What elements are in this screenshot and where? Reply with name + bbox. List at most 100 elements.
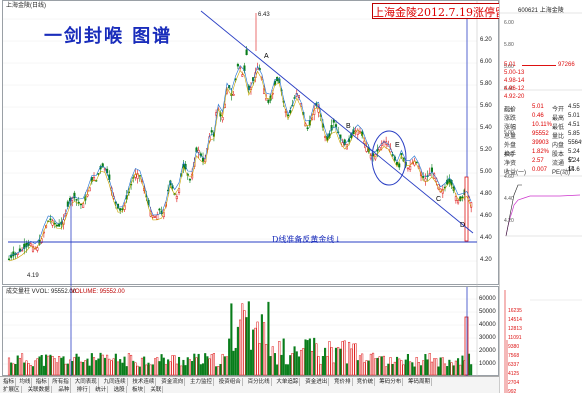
volume-bar (167, 359, 170, 376)
right-price-tick: 5.80 (504, 42, 514, 48)
volume-bar (95, 360, 98, 376)
volume-bar (374, 358, 377, 376)
volume-bar (223, 356, 226, 376)
candlestick (267, 99, 270, 105)
indicator-tab[interactable]: 筹码分布 (378, 378, 404, 386)
candlestick (51, 218, 54, 228)
volume-bar (184, 365, 187, 376)
volume-bar (86, 358, 89, 376)
watermark: 上海金陵2012.7.19涨停留影 (372, 3, 517, 19)
volume-bar (300, 349, 303, 376)
volume-bar (332, 362, 335, 376)
candlestick (7, 255, 11, 261)
volume-bar (419, 365, 423, 376)
volume-bar (195, 357, 198, 376)
volume-bar (217, 366, 220, 376)
quote-panel: 600621 上海金陵 6.00 5.80 5.60 5.40 5.20 5.00 4.80… (499, 0, 582, 416)
volume-bar (313, 337, 316, 376)
volume-bar (443, 363, 447, 376)
volume-bar (97, 358, 100, 376)
volume-bar (380, 356, 383, 376)
volume-bar (14, 364, 17, 376)
volume-bar (385, 366, 388, 376)
volume-chart[interactable]: 成交量柱 VVOL: 95552.00 VOLUME: 95552.00 600… (2, 286, 500, 377)
indicator-tab[interactable]: 大同表现 (74, 378, 99, 386)
candlestick (424, 173, 427, 186)
volume-tick: 60000 (479, 296, 496, 302)
volume-bar (358, 355, 362, 376)
indicator-tab[interactable]: 技术连续 (131, 378, 157, 386)
volume-axis: 60000 50000 40000 30000 20000 10000 (477, 287, 500, 377)
volume-bar (467, 353, 471, 376)
volume-bar (51, 356, 54, 376)
volume-bar (188, 359, 191, 376)
right-volume-tick: 4125 (508, 371, 519, 377)
candlestick (343, 138, 346, 147)
indicator-tab[interactable]: 所有指 (51, 378, 71, 386)
volume-bar (428, 353, 431, 376)
candlestick (10, 252, 13, 261)
indicator-tab[interactable]: 指标 (2, 378, 17, 386)
volume-bar (154, 358, 157, 376)
indicator-tab[interactable]: 均线 (18, 378, 33, 386)
indicator-tab[interactable]: 指标 (35, 378, 49, 386)
indicator-tab[interactable]: 资金流向 (160, 378, 186, 386)
indicator-tab[interactable]: 百分比线 (247, 378, 272, 386)
volume-bar (337, 347, 340, 376)
volume-bar (112, 358, 115, 376)
candlestick (382, 139, 386, 148)
volume-bar (363, 362, 366, 376)
volume-bar (143, 356, 146, 376)
indicator-tab[interactable]: 资金进出 (304, 378, 330, 386)
volume-bar (413, 366, 416, 376)
orderbook-value: 97266 (558, 62, 575, 68)
volume-bar (147, 362, 150, 376)
volume-bar (304, 339, 307, 376)
indicator-tab[interactable]: 主力监控 (189, 378, 215, 386)
volume-bar (389, 357, 392, 376)
price-chart[interactable]: 上海金陵(日线) 一剑封喉 图谱 6.43 4.19 D线准备反黄金线↓ A B… (2, 0, 499, 286)
volume-bar (204, 353, 207, 376)
moving-average-line (8, 64, 472, 257)
volume-bar (101, 354, 104, 376)
indicator-tab[interactable]: 竞价排 (333, 378, 353, 386)
trend-line (200, 10, 474, 234)
volume-bar (341, 341, 344, 376)
volume-bar (424, 354, 427, 376)
volume-bar (134, 362, 137, 376)
right-price-tick: 4.40 (504, 196, 514, 202)
volume-bar (409, 361, 412, 376)
volume-bar (426, 359, 429, 376)
volume-bar (99, 352, 102, 376)
volume-bar (302, 348, 305, 376)
volume-bar (356, 360, 359, 376)
volume-bar (156, 357, 159, 376)
volume-bar (73, 357, 76, 376)
indicator-tab[interactable]: 竞价统 (356, 378, 376, 386)
volume-label-right: VOLUME: 95552.00 (71, 289, 125, 295)
indicator-tab[interactable]: 大单追踪 (275, 378, 301, 386)
moving-average-line (8, 69, 472, 262)
indicator-tab[interactable]: 九同连续 (103, 378, 128, 386)
volume-bar (162, 357, 165, 376)
volume-bar (125, 366, 128, 376)
indicator-tab[interactable]: 投资组合 (218, 378, 243, 386)
candlestick (58, 219, 61, 228)
volume-bar (36, 358, 39, 376)
indicator-tab[interactable]: 筹码周期 (407, 378, 433, 386)
volume-bar (219, 364, 222, 376)
volume-bar (365, 360, 368, 376)
volume-bar (439, 357, 442, 376)
right-volume-tick: 2704 (508, 380, 519, 386)
volume-bar (284, 364, 287, 376)
volume-bar (38, 356, 41, 376)
volume-bar (182, 359, 185, 376)
marker-b: B (346, 123, 351, 130)
candlestick (29, 242, 32, 247)
volume-bar (387, 363, 390, 376)
volume-bar (197, 353, 200, 376)
volume-bar (132, 360, 135, 376)
volume-bar (151, 364, 154, 376)
volume-bar (208, 358, 211, 376)
price-tick: 5.60 (480, 103, 492, 109)
